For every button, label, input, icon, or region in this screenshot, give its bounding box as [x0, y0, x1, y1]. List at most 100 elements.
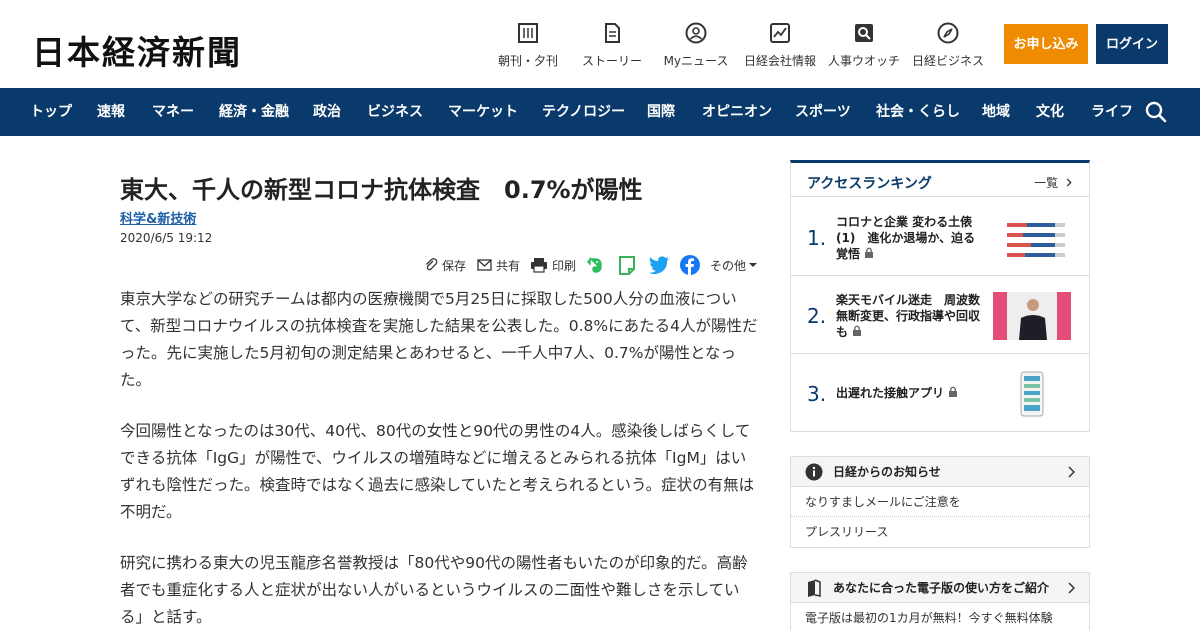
facebook-button[interactable]	[680, 254, 704, 276]
lock-icon	[949, 386, 958, 397]
nav-item-top[interactable]: トップ	[30, 88, 72, 136]
service-link-mynews[interactable]: Myニュース	[656, 22, 736, 69]
print-label: 印刷	[552, 258, 577, 273]
notice-item-press[interactable]: プレスリリース	[791, 517, 1089, 547]
service-link-paper[interactable]: 朝刊・夕刊	[488, 22, 568, 69]
nav-item-politics[interactable]: 政治	[313, 88, 341, 136]
ranking-number: 3.	[807, 382, 827, 406]
ranking-headline: コロナと企業 変わる土俵(1) 進化か退場か、迫る覚悟	[836, 214, 986, 262]
user-icon	[685, 22, 707, 44]
chevron-right-icon	[1068, 466, 1075, 478]
chart-icon	[770, 23, 790, 43]
book-icon	[808, 579, 821, 597]
facebook-icon	[680, 255, 700, 275]
share-button[interactable]: 共有	[477, 254, 520, 276]
lock-icon	[865, 247, 874, 258]
note-icon	[619, 256, 635, 275]
service-label: 人事ウオッチ	[827, 54, 900, 68]
nav-item-business[interactable]: ビジネス	[367, 88, 423, 136]
ranking-thumbnail-photo[interactable]	[993, 292, 1071, 340]
site-logo[interactable]: 日本経済新聞	[32, 26, 242, 74]
ranking-headline-text: 出遅れた接触アプリ	[836, 386, 945, 400]
nav-item-region[interactable]: 地域	[982, 88, 1010, 136]
access-ranking: アクセスランキング 一覧 1. コロナと企業 変わる土俵(1) 進化か退場か、迫…	[790, 160, 1090, 432]
service-label: 日経ビジネス	[911, 54, 984, 68]
service-link-company[interactable]: 日経会社情報	[740, 22, 820, 69]
service-link-story[interactable]: ストーリー	[572, 22, 652, 69]
printer-icon	[531, 258, 547, 273]
more-label: その他	[710, 258, 747, 273]
ranking-title: アクセスランキング	[807, 176, 932, 192]
service-label: ストーリー	[581, 54, 642, 68]
twitter-button[interactable]	[649, 254, 674, 276]
compass-icon	[937, 22, 959, 44]
nav-item-world[interactable]: 国際	[647, 88, 675, 136]
guide-header[interactable]: あなたに合った電子版の使い方をご紹介	[791, 573, 1089, 603]
guide-text[interactable]: 電子版は最初の1カ月が無料！今すぐ無料体験	[805, 609, 1053, 626]
nav-item-technology[interactable]: テクノロジー	[542, 88, 625, 136]
mail-icon	[477, 259, 492, 271]
info-icon	[805, 463, 823, 481]
ranking-item[interactable]: 1. コロナと企業 変わる土俵(1) 進化か退場か、迫る覚悟	[791, 198, 1089, 276]
evernote-button[interactable]	[586, 254, 608, 276]
save-button[interactable]: 保存	[424, 254, 466, 276]
article-date: 2020/6/5 19:12	[120, 231, 213, 245]
chevron-right-icon	[1066, 178, 1072, 187]
ranking-number: 1.	[807, 226, 827, 250]
login-button[interactable]: ログイン	[1096, 24, 1168, 64]
article-title: 東大、千人の新型コロナ抗体検査 0.7%が陽性	[120, 176, 643, 204]
nikkei-notices: 日経からのお知らせ なりすましメールにご注意を プレスリリース	[790, 456, 1090, 548]
lock-icon	[853, 325, 862, 336]
nav-item-culture[interactable]: 文化	[1036, 88, 1064, 136]
save-label: 保存	[442, 258, 467, 273]
ranking-thumbnail-chart[interactable]	[993, 214, 1071, 262]
more-share-button[interactable]: その他	[710, 254, 762, 276]
caret-down-icon	[749, 263, 758, 267]
nav-item-money[interactable]: マネー	[152, 88, 194, 136]
newspaper-icon	[518, 23, 538, 43]
paperclip-icon	[426, 258, 438, 271]
ranking-headline-text: コロナと企業 変わる土俵(1) 進化か退場か、迫る覚悟	[836, 215, 976, 261]
nav-item-market[interactable]: マーケット	[448, 88, 518, 136]
notice-item-phishing[interactable]: なりすましメールにご注意を	[791, 487, 1089, 517]
nav-item-sports[interactable]: スポーツ	[795, 88, 851, 136]
service-label: 日経会社情報	[743, 54, 816, 68]
article-category-link[interactable]: 科学&新技術	[120, 208, 196, 227]
search-icon[interactable]	[1144, 100, 1168, 124]
twitter-icon	[649, 256, 670, 274]
service-link-personnel[interactable]: 人事ウオッチ	[824, 22, 904, 69]
service-link-business[interactable]: 日経ビジネス	[908, 22, 988, 69]
print-button[interactable]: 印刷	[530, 254, 576, 276]
service-label: 朝刊・夕刊	[497, 54, 558, 68]
notices-header[interactable]: 日経からのお知らせ	[791, 457, 1089, 487]
nav-item-breaking[interactable]: 速報	[97, 88, 125, 136]
ranking-more-label: 一覧	[1034, 176, 1059, 190]
evernote-icon	[587, 256, 602, 273]
article-paragraph: 研究に携わる東大の児玉龍彦名誉教授は「80代や90代の陽性者もいたのが印象的だ。…	[120, 554, 748, 626]
chevron-right-icon	[1068, 582, 1075, 594]
article-paragraph: 今回陽性となったのは30代、40代、80代の女性と90代の男性の4人。感染後しば…	[120, 422, 755, 521]
ranking-thumbnail-phone[interactable]	[993, 370, 1071, 418]
document-icon	[605, 23, 620, 43]
ranking-item[interactable]: 3. 出遅れた接触アプリ	[791, 354, 1089, 432]
article-paragraph: 東京大学などの研究チームは都内の医療機関で5月25日に採取した500人分の血液に…	[120, 290, 758, 389]
nav-item-life[interactable]: ライフ	[1091, 88, 1133, 136]
nav-item-economy[interactable]: 経済・金融	[219, 88, 289, 136]
article-toolbar: 保存 共有 印刷 その他	[420, 254, 760, 276]
nav-item-society[interactable]: 社会・くらし	[876, 88, 960, 136]
apply-button[interactable]: お申し込み	[1004, 24, 1088, 64]
service-label: Myニュース	[663, 54, 729, 68]
bookmark-app-button[interactable]	[618, 254, 640, 276]
digital-guide: あなたに合った電子版の使い方をご紹介 電子版は最初の1カ月が無料！今すぐ無料体験	[790, 572, 1090, 630]
nav-item-opinion[interactable]: オピニオン	[702, 88, 772, 136]
ranking-item[interactable]: 2. 楽天モバイル迷走 周波数無断変更、行政指導や回収も	[791, 276, 1089, 354]
site-header: 日本経済新聞 朝刊・夕刊 ストーリー Myニュース 日経会社情報 人事ウオッチ …	[0, 0, 1200, 88]
ranking-header: アクセスランキング 一覧	[791, 163, 1089, 197]
ranking-number: 2.	[807, 304, 827, 328]
magnifier-icon	[855, 24, 873, 42]
share-label: 共有	[496, 258, 521, 273]
guide-title: あなたに合った電子版の使い方をご紹介	[833, 581, 1050, 595]
ranking-headline: 楽天モバイル迷走 周波数無断変更、行政指導や回収も	[836, 292, 986, 340]
notices-title: 日経からのお知らせ	[833, 465, 941, 479]
ranking-more-link[interactable]: 一覧	[1034, 174, 1073, 191]
